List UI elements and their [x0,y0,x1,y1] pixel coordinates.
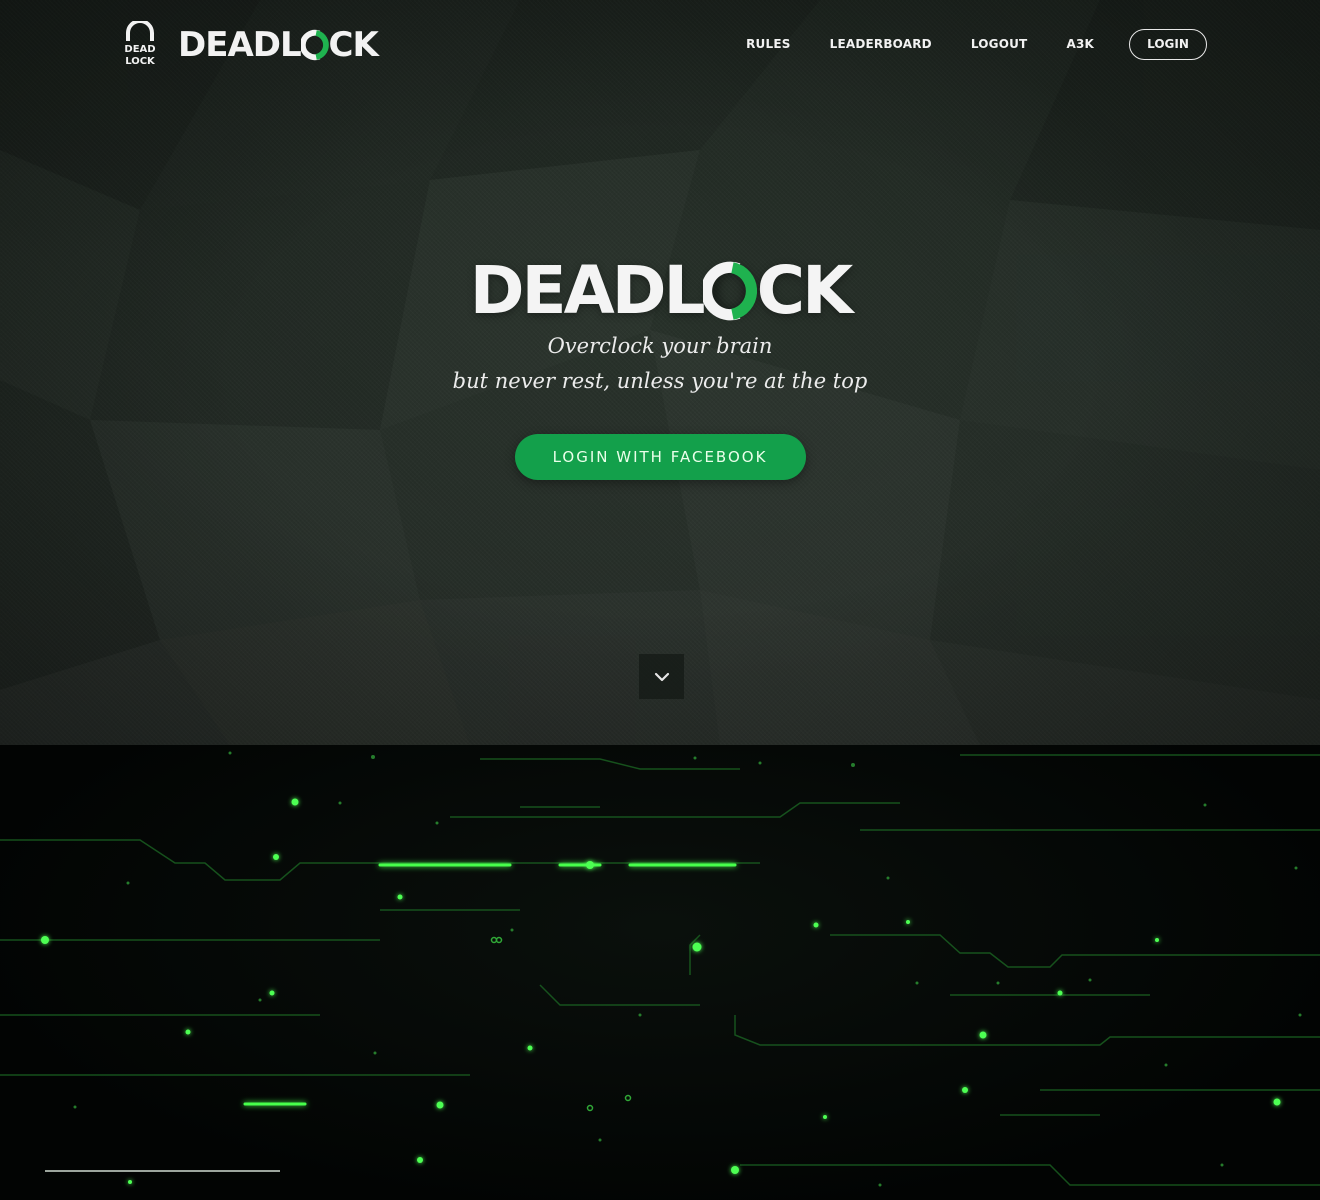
hero-tagline-line1: Overclock your brain [547,334,773,358]
nav-link-leaderboard[interactable]: LEADERBOARD [830,37,932,51]
brand-badge-bottom-text: LOCK [125,56,156,67]
hero-tagline-line2: but never rest, unless you're at the top [452,369,868,393]
login-button[interactable]: LOGIN [1129,28,1207,60]
padlock-logo-icon: DEAD LOCK [124,21,156,67]
nav-link-user[interactable]: A3K [1066,37,1094,51]
lock-o-glyph-icon [300,29,329,61]
circuit-lines-graphic [0,751,1320,1187]
page: DEAD LOCK DEADLOCK RULES LEADERBOARD LOG… [0,0,1320,1200]
login-with-facebook-button[interactable]: LOGIN WITH FACEBOOK [514,434,806,480]
nav-link-logout[interactable]: LOGOUT [971,37,1028,51]
nav-links: RULES LEADERBOARD LOGOUT A3K LOGIN [707,27,1207,61]
hero-logo: DEADL O CK [469,252,853,329]
nav-link-rules[interactable]: RULES [746,37,790,51]
brand-badge-top-text: DEAD [124,44,155,55]
lock-o-glyph-icon [702,261,757,321]
hero-content: DEADL O CK Overclock your brain but never … [0,258,1320,480]
chevron-down-icon [654,672,669,681]
brand-wordmark: DEADLOCK [178,25,379,65]
circuit-background-section [0,745,1320,1200]
scroll-down-button[interactable] [639,654,684,699]
navbar: DEAD LOCK DEADLOCK RULES LEADERBOARD LOG… [0,0,1320,90]
brand-logo-link[interactable]: DEAD LOCK DEADLOCK [120,20,379,70]
hero-section: DEAD LOCK DEADLOCK RULES LEADERBOARD LOG… [0,0,1320,745]
